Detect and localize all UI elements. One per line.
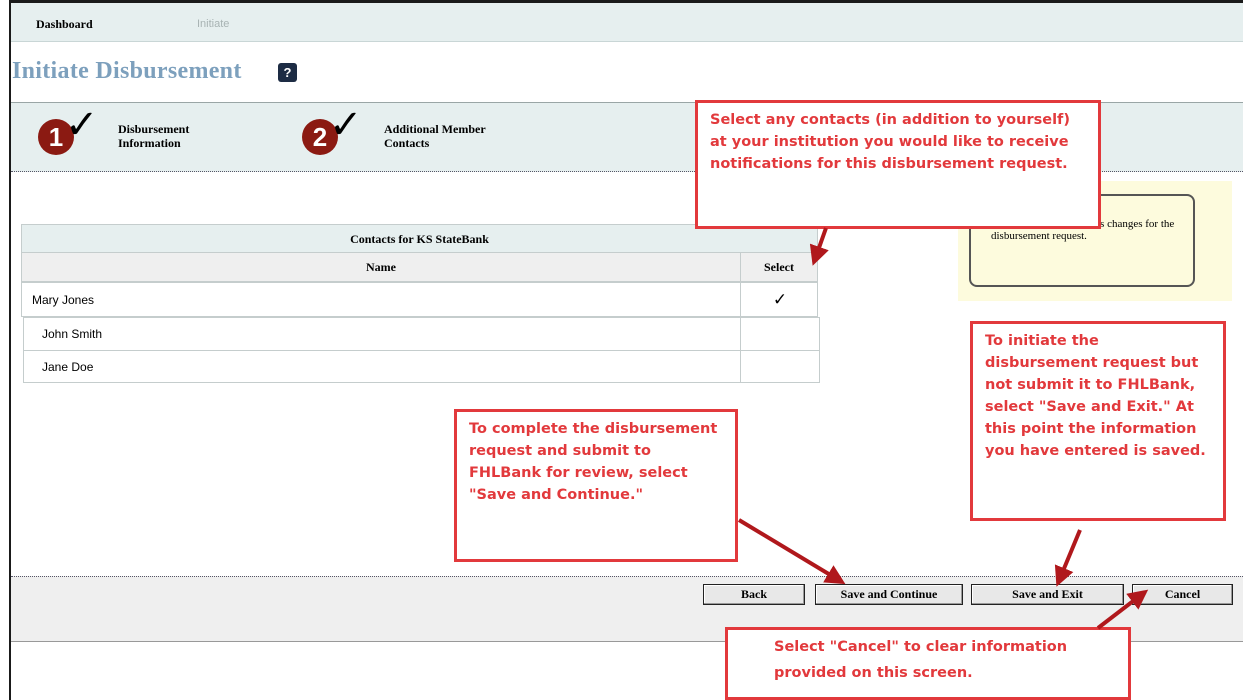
arrow-to-save-and-exit <box>1054 529 1082 587</box>
callout-arrows <box>737 227 1149 630</box>
arrow-to-save-and-continue <box>737 518 846 585</box>
arrow-to-cancel <box>1096 589 1149 630</box>
arrow-to-select-column <box>809 227 829 266</box>
